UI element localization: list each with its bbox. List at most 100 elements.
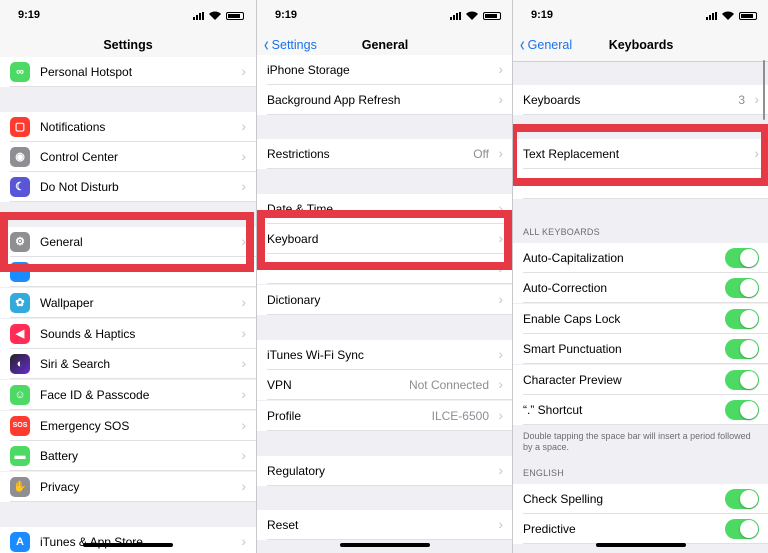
toggle-switch[interactable] (725, 278, 759, 298)
keyboards-row[interactable]: Keyboards 3 › (513, 85, 768, 115)
keyboards-panel: 9:19 ‹ General Keyboards Keyboards 3 › T… (512, 0, 768, 553)
status-bar: 9:19 (0, 0, 256, 30)
settings-row-notifications[interactable]: ▢ Notifications › (0, 112, 256, 142)
chevron-right-icon: › (498, 145, 503, 161)
toggle-row-check-spelling: Check Spelling (513, 484, 768, 514)
status-time: 9:19 (531, 9, 554, 21)
hand-icon: ✋ (10, 477, 30, 497)
general-row-regulatory[interactable]: Regulatory › (257, 456, 512, 486)
app-store-icon: A (10, 532, 30, 552)
general-row-background-refresh[interactable]: Background App Refresh › (257, 85, 512, 115)
toggle-switch[interactable] (725, 309, 759, 329)
chevron-right-icon: › (241, 294, 246, 310)
status-time: 9:19 (18, 9, 41, 21)
battery-status-icon (483, 11, 501, 20)
scroll-indicator[interactable] (763, 60, 765, 120)
home-indicator[interactable] (596, 543, 686, 547)
status-bar: 9:19 (257, 0, 512, 30)
highlight-box (257, 210, 512, 270)
settings-row-itunes[interactable]: A iTunes & App Store › (0, 527, 256, 553)
battery-status-icon (226, 11, 244, 20)
chevron-right-icon: › (498, 462, 503, 478)
chevron-right-icon: › (498, 346, 503, 362)
siri-icon: ◐ (10, 354, 30, 374)
section-header-english: ENGLISH (523, 468, 564, 478)
toggle-row-auto-correction: Auto-Correction (513, 273, 768, 303)
general-row-dictionary[interactable]: Dictionary › (257, 285, 512, 315)
section-header-all-keyboards: ALL KEYBOARDS (523, 227, 600, 237)
signal-icon (706, 11, 717, 20)
chevron-right-icon: › (241, 355, 246, 371)
settings-row-battery[interactable]: ▬ Battery › (0, 441, 256, 471)
toggle-row-period-shortcut: “.” Shortcut (513, 395, 768, 425)
home-indicator[interactable] (340, 543, 430, 547)
settings-row-face-id[interactable]: ☺ Face ID & Passcode › (0, 380, 256, 410)
chevron-right-icon: › (241, 533, 246, 549)
speaker-icon: ◀ (10, 324, 30, 344)
status-bar: 9:19 (513, 0, 768, 30)
moon-icon: ☾ (10, 177, 30, 197)
toggle-switch[interactable] (725, 370, 759, 390)
status-time: 9:19 (275, 9, 298, 21)
page-title: General (361, 38, 409, 52)
chevron-right-icon: › (241, 148, 246, 164)
highlight-box (513, 124, 768, 186)
chevron-right-icon: › (498, 91, 503, 107)
settings-panel: 9:19 Settings ∞ Personal Hotspot › ▢ Not… (0, 0, 256, 553)
chevron-right-icon: › (241, 447, 246, 463)
general-row-itunes-sync[interactable]: iTunes Wi-Fi Sync › (257, 340, 512, 370)
chevron-right-icon: › (241, 478, 246, 494)
nav-bar: ‹ General Keyboards (513, 30, 768, 62)
settings-row-sounds[interactable]: ◀ Sounds & Haptics › (0, 319, 256, 349)
page-title: Settings (103, 38, 153, 52)
settings-row-personal-hotspot[interactable]: ∞ Personal Hotspot › (0, 57, 256, 87)
face-id-icon: ☺ (10, 385, 30, 405)
settings-row-wallpaper[interactable]: ✿ Wallpaper › (0, 288, 256, 318)
wifi-icon (209, 11, 221, 20)
general-row-profile[interactable]: Profile ILCE-6500 › (257, 401, 512, 431)
chevron-right-icon: › (241, 417, 246, 433)
toggle-row-caps-lock: Enable Caps Lock (513, 304, 768, 334)
wifi-icon (466, 11, 478, 20)
chevron-right-icon: › (241, 178, 246, 194)
general-row-vpn[interactable]: VPN Not Connected › (257, 370, 512, 400)
chevron-right-icon: › (498, 291, 503, 307)
general-row-restrictions[interactable]: Restrictions Off › (257, 139, 512, 169)
chevron-right-icon: › (498, 407, 503, 423)
toggle-switch[interactable] (725, 400, 759, 420)
toggle-switch[interactable] (725, 339, 759, 359)
signal-icon (450, 11, 461, 20)
general-row-storage[interactable]: iPhone Storage › (257, 55, 512, 85)
settings-row-control-center[interactable]: ◉ Control Center › (0, 142, 256, 172)
control-center-icon: ◉ (10, 147, 30, 167)
chevron-right-icon: › (498, 376, 503, 392)
settings-row-siri[interactable]: ◐ Siri & Search › (0, 349, 256, 379)
toggle-row-smart-punctuation: Smart Punctuation (513, 334, 768, 364)
toggle-switch[interactable] (725, 519, 759, 539)
chevron-right-icon: › (498, 61, 503, 77)
chevron-right-icon: › (241, 118, 246, 134)
chevron-right-icon: › (754, 91, 759, 107)
battery-status-icon (739, 11, 757, 20)
toggle-row-predictive: Predictive (513, 514, 768, 544)
hotspot-icon: ∞ (10, 62, 30, 82)
page-title: Keyboards (608, 38, 674, 52)
shortcut-footnote: Double tapping the space bar will insert… (523, 431, 751, 452)
battery-icon: ▬ (10, 446, 30, 466)
notifications-icon: ▢ (10, 117, 30, 137)
general-row-reset[interactable]: Reset › (257, 510, 512, 540)
settings-row-emergency-sos[interactable]: SOS Emergency SOS › (0, 411, 256, 441)
signal-icon (193, 11, 204, 20)
toggle-switch[interactable] (725, 248, 759, 268)
wallpaper-icon: ✿ (10, 293, 30, 313)
sos-icon: SOS (10, 416, 30, 436)
chevron-right-icon: › (498, 516, 503, 532)
toggle-switch[interactable] (725, 489, 759, 509)
chevron-right-icon: › (241, 386, 246, 402)
toggle-row-character-preview: Character Preview (513, 365, 768, 395)
wifi-icon (722, 11, 734, 20)
home-indicator[interactable] (83, 543, 173, 547)
chevron-right-icon: › (241, 325, 246, 341)
settings-row-do-not-disturb[interactable]: ☾ Do Not Disturb › (0, 172, 256, 202)
settings-row-privacy[interactable]: ✋ Privacy › (0, 472, 256, 502)
